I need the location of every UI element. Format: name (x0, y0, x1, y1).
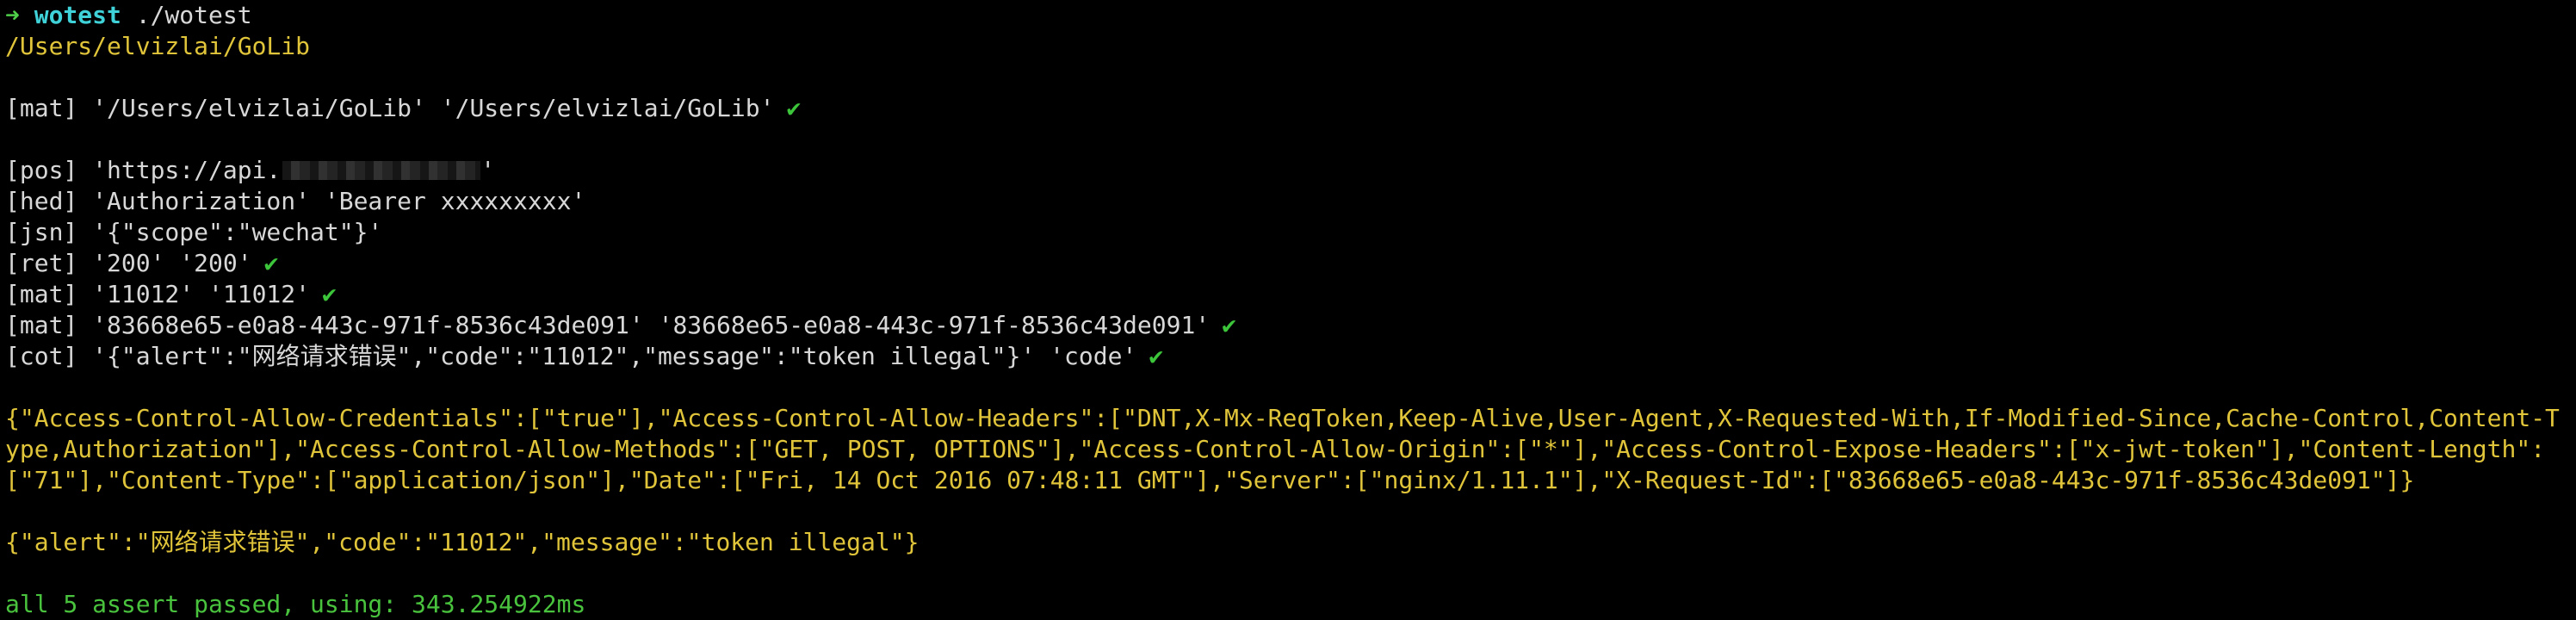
prompt-directory: wotest (34, 1, 121, 29)
pos-text-suffix: ' (480, 156, 496, 184)
assert-text: [cot] '{"alert":"网络请求错误","code":"11012",… (5, 342, 1137, 370)
assert-text: [ret] '200' '200' (5, 249, 252, 277)
response-body-output: {"alert":"网络请求错误","code":"11012","messag… (5, 528, 920, 556)
redacted-url-block (282, 161, 481, 180)
assert-line-ret: [ret] '200' '200' ✔ (5, 248, 2576, 279)
response-headers-output: {"Access-Control-Allow-Credentials":["tr… (5, 404, 2560, 494)
assert-line-mat-request-id: [mat] '83668e65-e0a8-443c-971f-8536c43de… (5, 310, 2576, 341)
assert-line-mat-code: [mat] '11012' '11012' ✔ (5, 279, 2576, 310)
request-line-jsn: [jsn] '{"scope":"wechat"}' (5, 218, 383, 246)
cwd-output: /Users/elvizlai/GoLib (5, 32, 311, 60)
assert-line-cot: [cot] '{"alert":"网络请求错误","code":"11012",… (5, 341, 2576, 372)
terminal-window[interactable]: ➜ wotest ./wotest /Users/elvizlai/GoLib … (0, 0, 2576, 618)
check-icon: ✔ (1222, 311, 1237, 339)
prompt-arrow: ➜ (5, 1, 20, 29)
request-line-pos: [pos] 'https://api. ' (5, 155, 2576, 186)
request-line-hed: [hed] 'Authorization' 'Bearer xxxxxxxxx' (5, 187, 586, 215)
prompt-command: ./wotest (135, 1, 252, 29)
test-summary: all 5 assert passed, using: 343.254922ms (5, 590, 586, 618)
check-icon: ✔ (322, 280, 337, 308)
assert-line-mat-path: [mat] '/Users/elvizlai/GoLib' '/Users/el… (5, 93, 2576, 124)
check-icon: ✔ (1149, 342, 1164, 370)
check-icon: ✔ (263, 249, 279, 277)
assert-text: [mat] '/Users/elvizlai/GoLib' '/Users/el… (5, 94, 775, 122)
assert-text: [mat] '83668e65-e0a8-443c-971f-8536c43de… (5, 311, 1211, 339)
pos-text-prefix: [pos] 'https://api. (5, 156, 282, 184)
check-icon: ✔ (786, 94, 802, 122)
assert-text: [mat] '11012' '11012' (5, 280, 311, 308)
prompt-line: ➜ wotest ./wotest (5, 0, 2576, 31)
